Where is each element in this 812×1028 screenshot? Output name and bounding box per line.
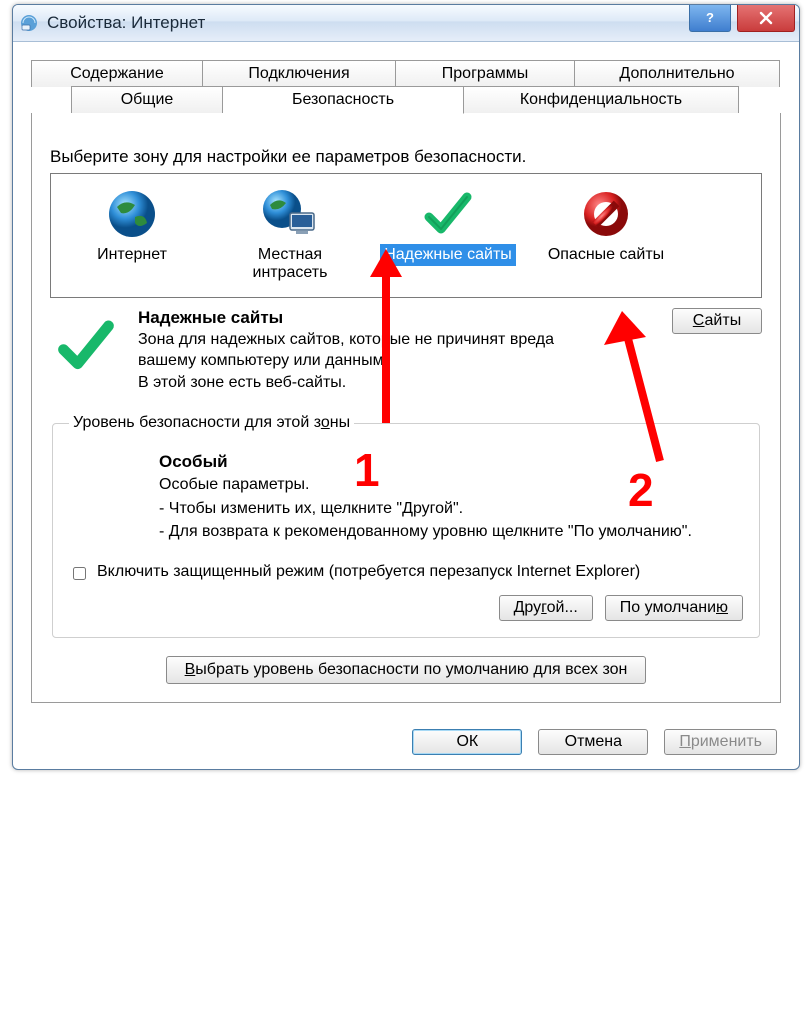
globe-icon bbox=[57, 186, 207, 242]
tab-programs[interactable]: Программы bbox=[396, 60, 575, 87]
default-level-button[interactable]: По умолчанию bbox=[605, 595, 743, 621]
zone-detail-desc: Зона для надежных сайтов, которые не при… bbox=[138, 330, 616, 372]
ok-button[interactable]: ОК bbox=[412, 729, 522, 755]
zone-detail: Надежные сайты Зона для надежных сайтов,… bbox=[50, 308, 762, 396]
help-button[interactable]: ? bbox=[689, 5, 731, 32]
reset-all-zones-button[interactable]: Выбрать уровень безопасности по умолчани… bbox=[166, 656, 647, 684]
tab-connections[interactable]: Подключения bbox=[203, 60, 396, 87]
security-level-group: Уровень безопасности для этой зоны Особы… bbox=[52, 414, 760, 638]
sites-button[interactable]: Сайты bbox=[672, 308, 762, 334]
svg-text:?: ? bbox=[706, 10, 714, 25]
zone-list[interactable]: Интернет bbox=[50, 173, 762, 298]
internet-options-dialog: Свойства: Интернет ? Содержание Подключе… bbox=[12, 4, 800, 770]
prohibited-icon bbox=[531, 186, 681, 242]
zone-detail-note: В этой зоне есть веб-сайты. bbox=[138, 373, 616, 394]
checkmark-icon bbox=[373, 186, 523, 242]
security-level-legend: Уровень безопасности для этой зоны bbox=[69, 414, 354, 432]
title-controls: ? bbox=[689, 5, 799, 32]
custom-level-button[interactable]: Другой... bbox=[499, 595, 593, 621]
checkmark-large-icon bbox=[50, 308, 122, 396]
protected-mode-checkbox[interactable] bbox=[73, 567, 86, 580]
tab-content[interactable]: Содержание bbox=[31, 60, 203, 87]
zone-label: Местная интрасеть bbox=[215, 244, 365, 285]
protected-mode-label: Включить защищенный режим (потребуется п… bbox=[97, 563, 640, 581]
security-tab-panel: Выберите зону для настройки ее параметро… bbox=[31, 113, 781, 703]
tab-advanced[interactable]: Дополнительно bbox=[575, 60, 780, 87]
zone-intranet[interactable]: Местная интрасеть bbox=[213, 182, 367, 291]
zone-label: Надежные сайты bbox=[380, 244, 516, 266]
level-line: - Для возврата к рекомендованному уровню… bbox=[159, 521, 743, 543]
zone-label: Опасные сайты bbox=[544, 244, 668, 266]
cancel-button[interactable]: Отмена bbox=[538, 729, 648, 755]
zone-restricted[interactable]: Опасные сайты bbox=[529, 182, 683, 291]
zone-detail-title: Надежные сайты bbox=[138, 308, 616, 328]
protected-mode-row[interactable]: Включить защищенный режим (потребуется п… bbox=[69, 563, 743, 583]
tab-privacy[interactable]: Конфиденциальность bbox=[464, 86, 739, 114]
tabs: Содержание Подключения Программы Дополни… bbox=[31, 60, 781, 703]
zone-trusted[interactable]: Надежные сайты bbox=[371, 182, 525, 291]
dialog-footer: ОК Отмена Применить bbox=[31, 729, 781, 755]
zone-instruction: Выберите зону для настройки ее параметро… bbox=[50, 147, 762, 167]
apply-button[interactable]: Применить bbox=[664, 729, 777, 755]
globe-monitor-icon bbox=[215, 186, 365, 242]
close-button[interactable] bbox=[737, 5, 795, 32]
internet-options-icon bbox=[19, 13, 39, 33]
level-title: Особый bbox=[159, 452, 743, 472]
level-line: - Чтобы изменить их, щелкните "Другой". bbox=[159, 498, 743, 520]
window-title: Свойства: Интернет bbox=[47, 13, 205, 33]
zone-internet[interactable]: Интернет bbox=[55, 182, 209, 291]
level-line: Особые параметры. bbox=[159, 474, 743, 496]
tab-general[interactable]: Общие bbox=[71, 86, 223, 114]
tab-security[interactable]: Безопасность bbox=[223, 86, 464, 114]
zone-label: Интернет bbox=[93, 244, 171, 266]
dialog-content: Содержание Подключения Программы Дополни… bbox=[13, 42, 799, 769]
titlebar[interactable]: Свойства: Интернет ? bbox=[13, 5, 799, 42]
